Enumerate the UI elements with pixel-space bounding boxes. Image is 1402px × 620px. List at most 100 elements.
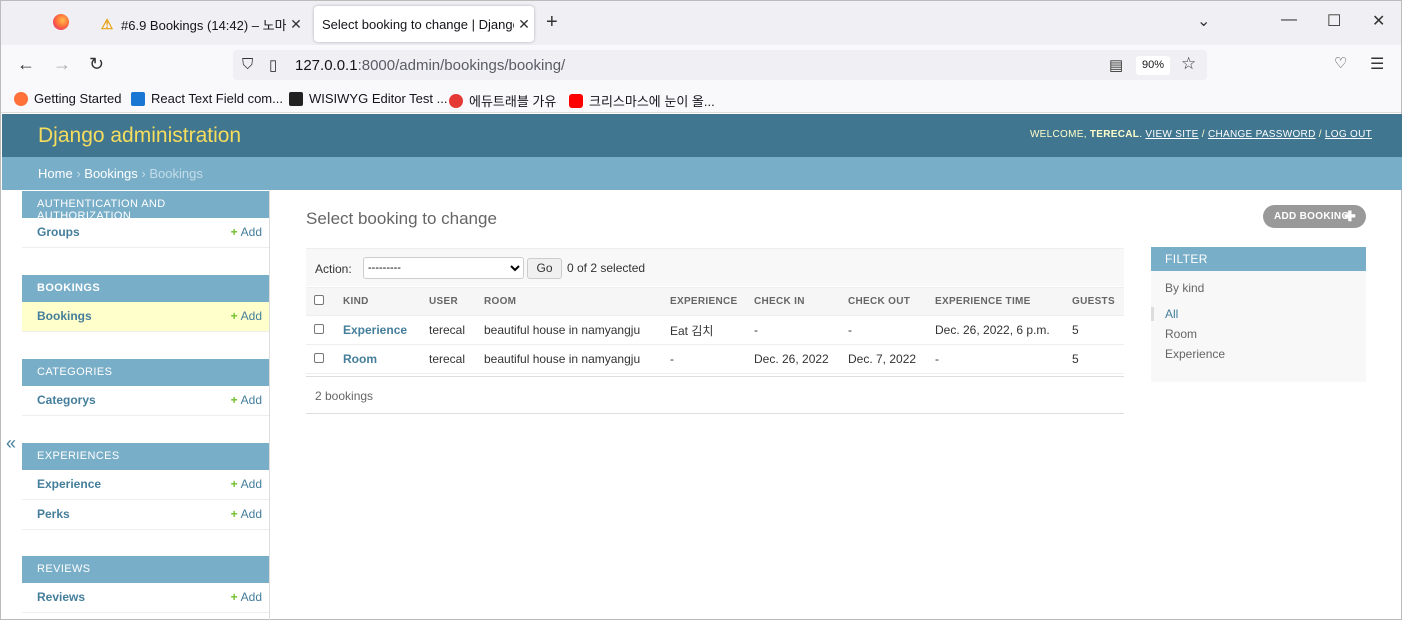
add-link[interactable]: + Add — [231, 393, 262, 407]
table-cell: 5 — [1064, 315, 1124, 345]
url-bar[interactable]: ⛉ ▯ 127.0.0.1:8000/admin/bookings/bookin… — [233, 50, 1207, 80]
select-all-header — [306, 287, 335, 316]
result-count: 2 bookings — [306, 376, 1124, 414]
zoom-level[interactable]: 90% — [1136, 56, 1170, 75]
plus-icon: + — [230, 225, 238, 239]
close-tab-icon[interactable]: ✕ — [514, 16, 534, 33]
bookmark-react-text-field[interactable]: React Text Field com... — [131, 91, 283, 106]
table-cell: - — [662, 344, 746, 374]
close-window-icon[interactable]: ✕ — [1372, 11, 1385, 31]
row-checkbox[interactable] — [314, 353, 324, 363]
change-password-link[interactable]: CHANGE PASSWORD — [1208, 129, 1316, 140]
select-all-checkbox[interactable] — [314, 295, 324, 305]
table-cell: Eat 김치 — [662, 315, 746, 345]
bookmark-getting-started[interactable]: Getting Started — [14, 91, 121, 106]
action-label: Action: — [315, 262, 352, 276]
bookmark-youtube[interactable]: 크리스마스에 눈이 올... — [569, 91, 715, 110]
table-header-row: KIND USER ROOM EXPERIENCE CHECK IN CHECK… — [306, 287, 1124, 316]
sidebar-item-bookings: Bookings + Add — [22, 302, 269, 332]
view-site-link[interactable]: VIEW SITE — [1145, 129, 1198, 140]
plus-icon: + — [230, 590, 238, 604]
reload-icon[interactable]: ↻ — [89, 54, 104, 75]
table-row: Experience terecal beautiful house in na… — [306, 315, 1124, 345]
minimize-icon[interactable]: — — [1281, 11, 1297, 29]
filter-option-all[interactable]: All — [1151, 307, 1178, 321]
log-out-link[interactable]: LOG OUT — [1325, 129, 1372, 140]
go-button[interactable]: Go — [527, 258, 562, 279]
sidebar-item-reviews: Reviews + Add — [22, 583, 269, 613]
new-tab-icon[interactable]: + — [546, 11, 558, 34]
table-cell: beautiful house in namyangju — [476, 315, 662, 345]
filter-panel: FILTER By kind All Room Experience — [1151, 247, 1366, 382]
module-caption[interactable]: BOOKINGS — [22, 275, 269, 302]
action-select[interactable]: --------- — [363, 257, 524, 279]
tab-django-admin[interactable]: Select booking to change | Django ✕ — [314, 6, 534, 42]
shield-icon[interactable]: ⛉ — [242, 56, 253, 73]
menu-icon[interactable]: ☰ — [1370, 54, 1384, 74]
add-link[interactable]: + Add — [231, 477, 262, 491]
close-tab-icon[interactable]: ✕ — [286, 16, 306, 33]
tab-list-icon[interactable]: ⌄ — [1197, 11, 1210, 31]
column-header[interactable]: ROOM — [476, 287, 662, 316]
model-link[interactable]: Perks — [37, 507, 70, 521]
model-link[interactable]: Reviews — [37, 590, 85, 604]
module-reviews: REVIEWS Reviews + Add — [22, 556, 269, 613]
plus-icon: ✚ — [1343, 208, 1356, 224]
add-booking-button[interactable]: ADD BOOKING ✚ — [1263, 205, 1366, 228]
maximize-icon[interactable]: ☐ — [1327, 11, 1341, 31]
column-header[interactable]: GUESTS — [1064, 287, 1124, 316]
kind-link[interactable]: Experience — [335, 315, 421, 345]
actions-bar: Action: --------- Go 0 of 2 selected — [306, 248, 1124, 286]
add-link[interactable]: + Add — [231, 309, 262, 323]
filter-option-experience[interactable]: Experience — [1165, 347, 1225, 361]
back-icon[interactable]: ← — [17, 54, 35, 75]
column-header[interactable]: EXPERIENCE — [662, 287, 746, 316]
page-title: Select booking to change — [306, 209, 497, 228]
url-text[interactable]: 127.0.0.1:8000/admin/bookings/booking/ — [295, 57, 565, 74]
module-caption[interactable]: EXPERIENCES — [22, 443, 269, 470]
plus-icon: + — [230, 507, 238, 521]
model-link[interactable]: Groups — [37, 225, 80, 239]
firefox-bookmark-icon — [14, 91, 28, 106]
bookmark-star-icon[interactable]: ☆ — [1181, 54, 1196, 74]
breadcrumb-app[interactable]: Bookings — [84, 166, 137, 181]
add-link[interactable]: + Add — [231, 507, 262, 521]
pocket-icon[interactable]: ♡ — [1334, 54, 1347, 72]
bookmark-edutravel[interactable]: 에듀트래블 가유 — [449, 91, 556, 110]
bookmark-wysiwyg[interactable]: WISIWYG Editor Test ... — [289, 91, 447, 106]
add-link[interactable]: + Add — [231, 590, 262, 604]
reader-view-icon[interactable]: ▤ — [1109, 56, 1123, 74]
model-link[interactable]: Experience — [37, 477, 101, 491]
warning-icon: ⚠ — [100, 15, 114, 32]
table-cell: Dec. 26, 2022 — [746, 344, 840, 374]
model-link[interactable]: Bookings — [37, 309, 92, 323]
column-header[interactable]: CHECK IN — [746, 287, 840, 316]
column-header[interactable]: EXPERIENCE TIME — [927, 287, 1064, 316]
edutravel-icon — [449, 93, 463, 108]
site-branding[interactable]: Django administration — [38, 124, 241, 148]
table-row: Room terecal beautiful house in namyangj… — [306, 344, 1124, 374]
module-caption[interactable]: CATEGORIES — [22, 359, 269, 386]
table-cell: - — [840, 315, 927, 345]
module-bookings: BOOKINGS Bookings + Add — [22, 275, 269, 332]
module-caption[interactable]: AUTHENTICATION AND AUTHORIZATION — [22, 191, 269, 222]
tab-bookings-lecture[interactable]: ⚠ #6.9 Bookings (14:42) – 노마드 ✕ — [91, 6, 306, 42]
column-header[interactable]: USER — [421, 287, 476, 316]
forward-icon[interactable]: → — [53, 54, 71, 75]
breadcrumb-home[interactable]: Home — [38, 166, 73, 181]
kind-link[interactable]: Room — [335, 344, 421, 374]
add-link[interactable]: + Add — [231, 225, 262, 239]
filter-option-room[interactable]: Room — [1165, 327, 1197, 341]
model-link[interactable]: Categorys — [37, 393, 96, 407]
module-experiences: EXPERIENCES Experience + Add Perks + Add — [22, 443, 269, 530]
row-checkbox[interactable] — [314, 324, 324, 334]
module-categories: CATEGORIES Categorys + Add — [22, 359, 269, 416]
sidebar-toggle-icon[interactable]: « — [6, 433, 16, 454]
column-header[interactable]: CHECK OUT — [840, 287, 927, 316]
tab-title: #6.9 Bookings (14:42) – 노마드 — [121, 17, 286, 33]
module-caption[interactable]: REVIEWS — [22, 556, 269, 583]
username: TERECAL — [1089, 129, 1140, 140]
firefox-icon[interactable] — [53, 14, 69, 30]
column-header[interactable]: KIND — [335, 287, 421, 316]
filter-subtitle: By kind — [1165, 281, 1205, 295]
